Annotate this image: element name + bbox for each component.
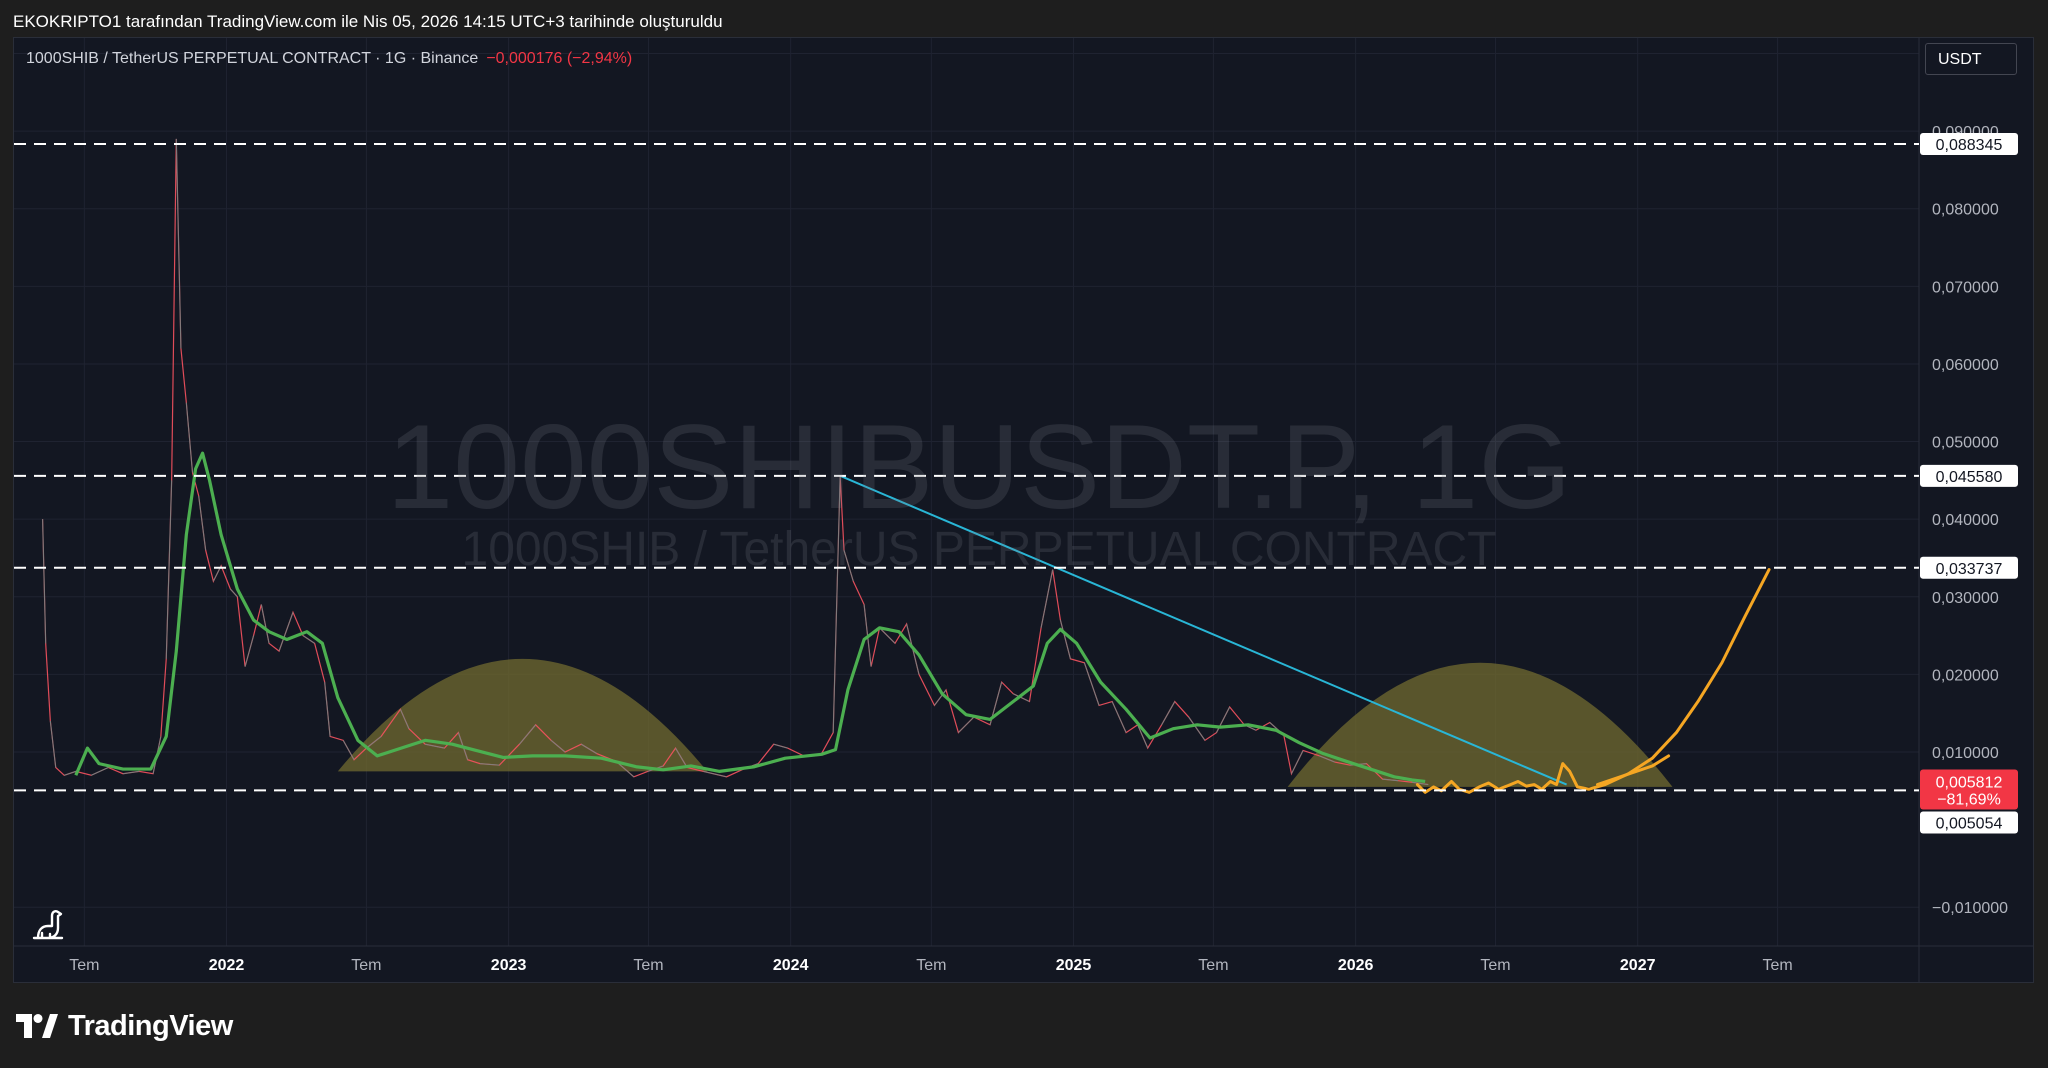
- price-series-segment: [1040, 569, 1054, 628]
- y-tick-label: 0,030000: [1932, 590, 1999, 607]
- watermark-ticker: 1000SHIBUSDT.P, 1G: [386, 400, 1572, 534]
- last-price-change-label: −81,69%: [1937, 791, 2001, 808]
- x-tick-label: Tem: [916, 957, 946, 974]
- rounding-arc-area[interactable]: [337, 658, 708, 772]
- price-series-segment: [324, 682, 331, 737]
- price-series-segment: [278, 612, 294, 652]
- x-tick-label: 2027: [1620, 957, 1656, 974]
- x-tick-label: Tem: [351, 957, 381, 974]
- price-series-segment: [958, 716, 975, 733]
- x-tick-label: Tem: [633, 957, 663, 974]
- x-tick-label: Tem: [1762, 957, 1792, 974]
- tradingview-brand: TradingView: [16, 1006, 233, 1046]
- price-series-segment: [91, 767, 109, 776]
- watermark-name: 1000SHIB / TetherUS PERPETUAL CONTRACT: [461, 523, 1497, 576]
- y-tick-label: 0,060000: [1932, 357, 1999, 374]
- symbol-change: −0,000176 (−2,94%): [486, 50, 633, 67]
- dino-logo-icon[interactable]: [28, 904, 68, 944]
- symbol-description[interactable]: 1000SHIB / TetherUS PERPETUAL CONTRACT ·…: [26, 50, 478, 67]
- level-price-label: 0,005054: [1936, 815, 2003, 832]
- y-tick-label: 0,010000: [1932, 745, 1999, 762]
- price-series-segment: [1059, 619, 1071, 659]
- brand-name: TradingView: [68, 1009, 233, 1042]
- y-tick-label: 0,020000: [1932, 667, 1999, 684]
- y-tick-label: −0,010000: [1932, 900, 2008, 917]
- rounding-arc-area[interactable]: [1287, 662, 1673, 787]
- price-series-segment: [773, 743, 788, 749]
- y-tick-label: 0,080000: [1932, 202, 1999, 219]
- x-tick-label: 2025: [1056, 957, 1092, 974]
- last-price-label: 0,005812: [1936, 774, 2003, 791]
- currency-selector[interactable]: USDT: [1925, 43, 2017, 75]
- price-series-segment: [260, 604, 270, 644]
- price-series-segment: [1216, 706, 1231, 733]
- chart-panel[interactable]: 0,1000000,0900000,0800000,0700000,060000…: [13, 37, 2034, 983]
- level-price-label: 0,033737: [1936, 561, 2003, 578]
- x-tick-label: 2026: [1338, 957, 1374, 974]
- tradingview-logo-icon: [16, 1014, 58, 1038]
- price-series-segment: [244, 635, 255, 667]
- price-series-segment: [1161, 701, 1176, 726]
- x-tick-label: 2024: [773, 957, 809, 974]
- x-tick-label: 2022: [209, 957, 245, 974]
- chart-attribution: EKOKRIPTO1 tarafından TradingView.com il…: [13, 12, 723, 31]
- price-series-segment: [342, 740, 355, 760]
- x-tick-label: Tem: [1480, 957, 1510, 974]
- price-series-segment: [1188, 716, 1206, 741]
- level-price-label: 0,088345: [1936, 137, 2003, 154]
- symbol-legend[interactable]: 1000SHIB / TetherUS PERPETUAL CONTRACT ·…: [26, 50, 632, 68]
- x-tick-label: 2023: [491, 957, 527, 974]
- level-price-label: 0,045580: [1936, 469, 2003, 486]
- price-series-segment: [64, 770, 76, 776]
- x-tick-label: Tem: [69, 957, 99, 974]
- y-tick-label: 0,070000: [1932, 279, 1999, 296]
- price-series-segment: [175, 138, 182, 349]
- price-series-segment: [122, 770, 140, 775]
- x-tick-label: Tem: [1198, 957, 1228, 974]
- price-series-segment: [49, 720, 57, 768]
